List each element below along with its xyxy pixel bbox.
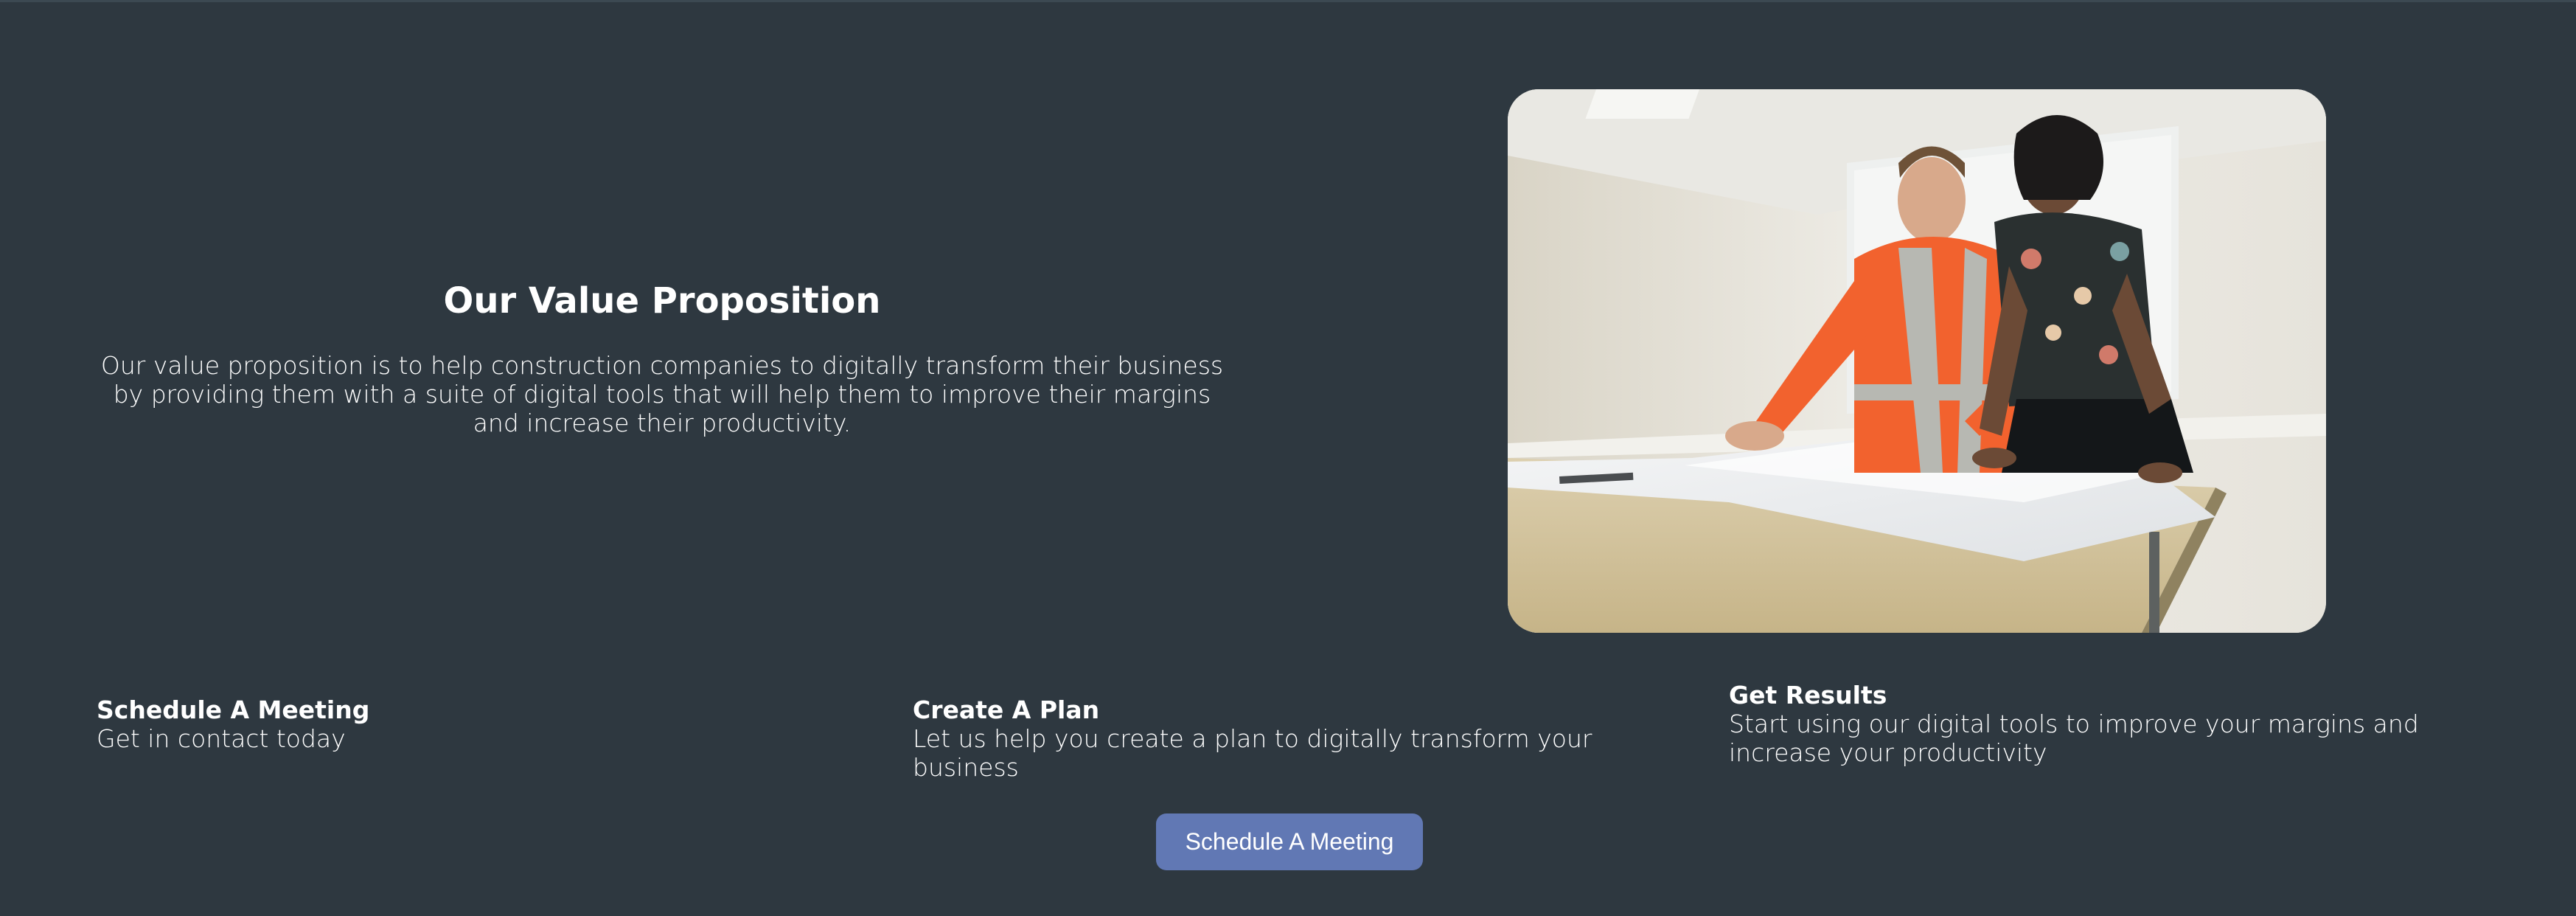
hero-photo [1508, 89, 2326, 633]
step-text: Get in contact today [97, 724, 346, 753]
step-text: Let us help you create a plan to digital… [913, 724, 1592, 782]
step-title: Schedule A Meeting [97, 695, 370, 724]
value-proposition-text: Our Value Proposition Our value proposit… [88, 280, 1236, 437]
step-title: Create A Plan [913, 695, 1100, 724]
cta-container: Schedule A Meeting [1156, 813, 1423, 870]
blueprint-meeting-illustration [1508, 89, 2326, 633]
step-create-plan: Create A Plan Let us help you create a p… [913, 695, 1679, 782]
section-title: Our Value Proposition [443, 280, 881, 322]
step-text: Start using our digital tools to improve… [1729, 709, 2419, 767]
steps-section: Schedule A Meeting Get in contact today … [0, 664, 2576, 797]
value-proposition-section: Our Value Proposition Our value proposit… [0, 0, 2576, 649]
step-title: Get Results [1729, 681, 1887, 709]
schedule-meeting-button[interactable]: Schedule A Meeting [1156, 813, 1423, 870]
section-description: Our value proposition is to help constru… [100, 350, 1224, 437]
step-get-results: Get Results Start using our digital tool… [1729, 681, 2481, 767]
step-schedule-meeting: Schedule A Meeting Get in contact today [97, 695, 834, 753]
